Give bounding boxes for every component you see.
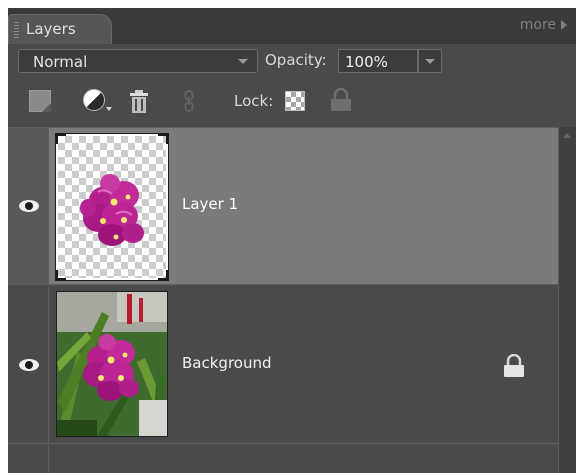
eye-icon[interactable] [19, 359, 39, 371]
layer-row-layer1[interactable]: Layer 1 [8, 128, 558, 285]
panel-header: Layers more [8, 8, 576, 44]
lock-icon [504, 353, 524, 378]
link-icon[interactable] [184, 90, 194, 112]
opacity-value: 100% [345, 53, 388, 71]
more-label: more [519, 17, 556, 33]
background-photo [57, 292, 167, 436]
visibility-column [8, 445, 49, 473]
visibility-toggle[interactable] [8, 128, 49, 284]
transparency-checkerboard [58, 136, 166, 278]
triangle-right-icon [561, 20, 567, 30]
layer-name[interactable]: Background [182, 354, 272, 372]
scroll-up-icon[interactable] [563, 133, 571, 138]
orchid-image [80, 174, 144, 246]
trash-icon[interactable] [128, 90, 150, 114]
layer-row-background[interactable]: Background [8, 286, 558, 444]
layer-thumbnail[interactable] [56, 291, 168, 437]
scrollbar[interactable] [558, 127, 576, 473]
layers-list: Layer 1 Background [8, 127, 558, 473]
blend-mode-value: Normal [33, 53, 88, 71]
chevron-down-icon [425, 59, 435, 64]
layers-empty-area [8, 445, 558, 473]
tab-label: Layers [26, 20, 76, 38]
opacity-label: Opacity: [265, 51, 327, 69]
layers-panel: Layers more Normal Opacity: 100% Lock: L… [8, 8, 576, 473]
grip-icon[interactable] [14, 22, 19, 38]
opacity-dropdown-button[interactable] [418, 49, 442, 73]
lock-all-icon[interactable] [330, 87, 352, 112]
adjustment-layer-icon[interactable] [83, 89, 112, 111]
visibility-toggle[interactable] [8, 286, 49, 443]
selection-corner [56, 134, 66, 144]
layer-thumbnail[interactable] [55, 133, 169, 281]
selection-corner [158, 134, 168, 144]
lock-transparent-icon[interactable] [285, 91, 305, 111]
blend-mode-dropdown[interactable]: Normal [18, 49, 258, 73]
tab-layers[interactable]: Layers [8, 14, 112, 44]
selection-corner [56, 270, 66, 280]
opacity-input[interactable]: 100% [338, 49, 418, 73]
layer-name[interactable]: Layer 1 [182, 195, 238, 213]
more-menu-button[interactable]: more [520, 17, 567, 33]
chevron-down-icon [238, 59, 248, 64]
eye-icon[interactable] [19, 200, 39, 212]
new-layer-icon[interactable] [29, 90, 51, 112]
lock-label: Lock: [234, 92, 274, 110]
selection-corner [158, 270, 168, 280]
